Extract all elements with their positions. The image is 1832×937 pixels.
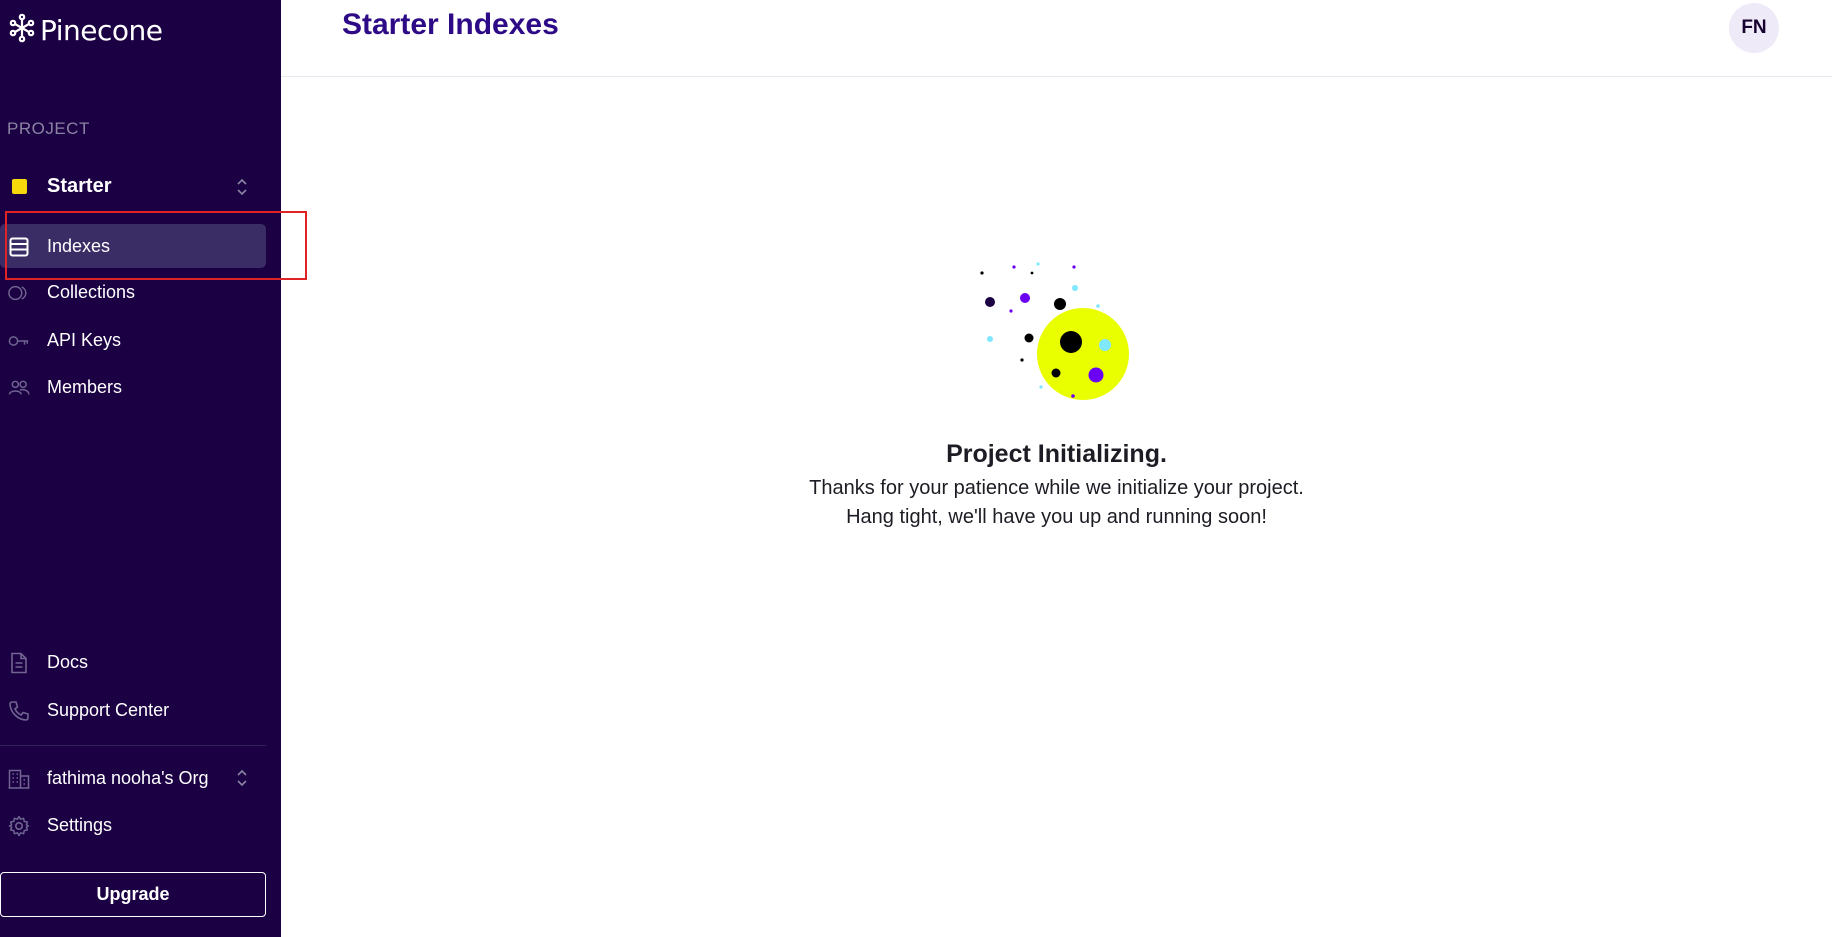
sidebar-item-label: Settings: [47, 814, 113, 835]
collections-icon: [8, 282, 30, 304]
sidebar-item-settings[interactable]: Settings: [0, 803, 266, 847]
upgrade-button[interactable]: Upgrade: [0, 872, 266, 917]
sidebar-divider: [0, 745, 266, 746]
project-switcher[interactable]: Starter: [0, 168, 266, 204]
app-root: Pinecone PROJECT Starter Indexes Collect…: [0, 0, 1832, 937]
empty-state-title: Project Initializing.: [946, 440, 1167, 468]
org-name: fathima nooha's Org: [47, 767, 209, 788]
sidebar-item-label: Collections: [47, 281, 136, 302]
sidebar-item-indexes[interactable]: Indexes: [0, 224, 266, 268]
pinecone-logo-icon: [8, 13, 36, 48]
initializing-illustration-icon: [979, 262, 1129, 400]
project-name: Starter: [47, 174, 112, 197]
empty-state: Project Initializing. Thanks for your pa…: [281, 250, 1832, 529]
sidebar-item-label: Members: [47, 376, 123, 397]
sidebar-item-label: Support Center: [47, 699, 170, 720]
avatar[interactable]: FN: [1729, 3, 1779, 53]
top-bar: Starter Indexes FN: [281, 0, 1832, 77]
building-icon: [8, 768, 30, 790]
key-icon: [8, 330, 30, 352]
brand-logo[interactable]: Pinecone: [8, 12, 163, 48]
gear-icon: [8, 815, 30, 837]
chevron-updown-icon: [236, 177, 248, 197]
sidebar-item-collections[interactable]: Collections: [0, 270, 266, 314]
members-icon: [8, 377, 30, 399]
section-label-project: PROJECT: [7, 119, 90, 138]
sidebar-item-api-keys[interactable]: API Keys: [0, 318, 266, 362]
phone-icon: [8, 700, 30, 722]
sidebar-item-label: API Keys: [47, 329, 122, 350]
page-title: Starter Indexes: [342, 8, 559, 41]
project-color-swatch: [12, 179, 27, 194]
chevron-updown-icon: [236, 768, 248, 788]
sidebar-item-support-center[interactable]: Support Center: [0, 688, 266, 732]
database-icon: [8, 236, 30, 258]
sidebar-item-members[interactable]: Members: [0, 365, 266, 409]
empty-state-message: Thanks for your patience while we initia…: [809, 477, 1304, 499]
brand-name: Pinecone: [40, 13, 163, 47]
org-switcher[interactable]: fathima nooha's Org: [0, 756, 266, 800]
empty-state-message: Hang tight, we'll have you up and runnin…: [846, 506, 1267, 528]
sidebar-item-label: Docs: [47, 651, 89, 672]
sidebar-item-label: Indexes: [47, 235, 111, 256]
document-icon: [8, 652, 30, 674]
sidebar: Pinecone PROJECT Starter Indexes Collect…: [0, 0, 307, 937]
sidebar-item-docs[interactable]: Docs: [0, 640, 266, 684]
